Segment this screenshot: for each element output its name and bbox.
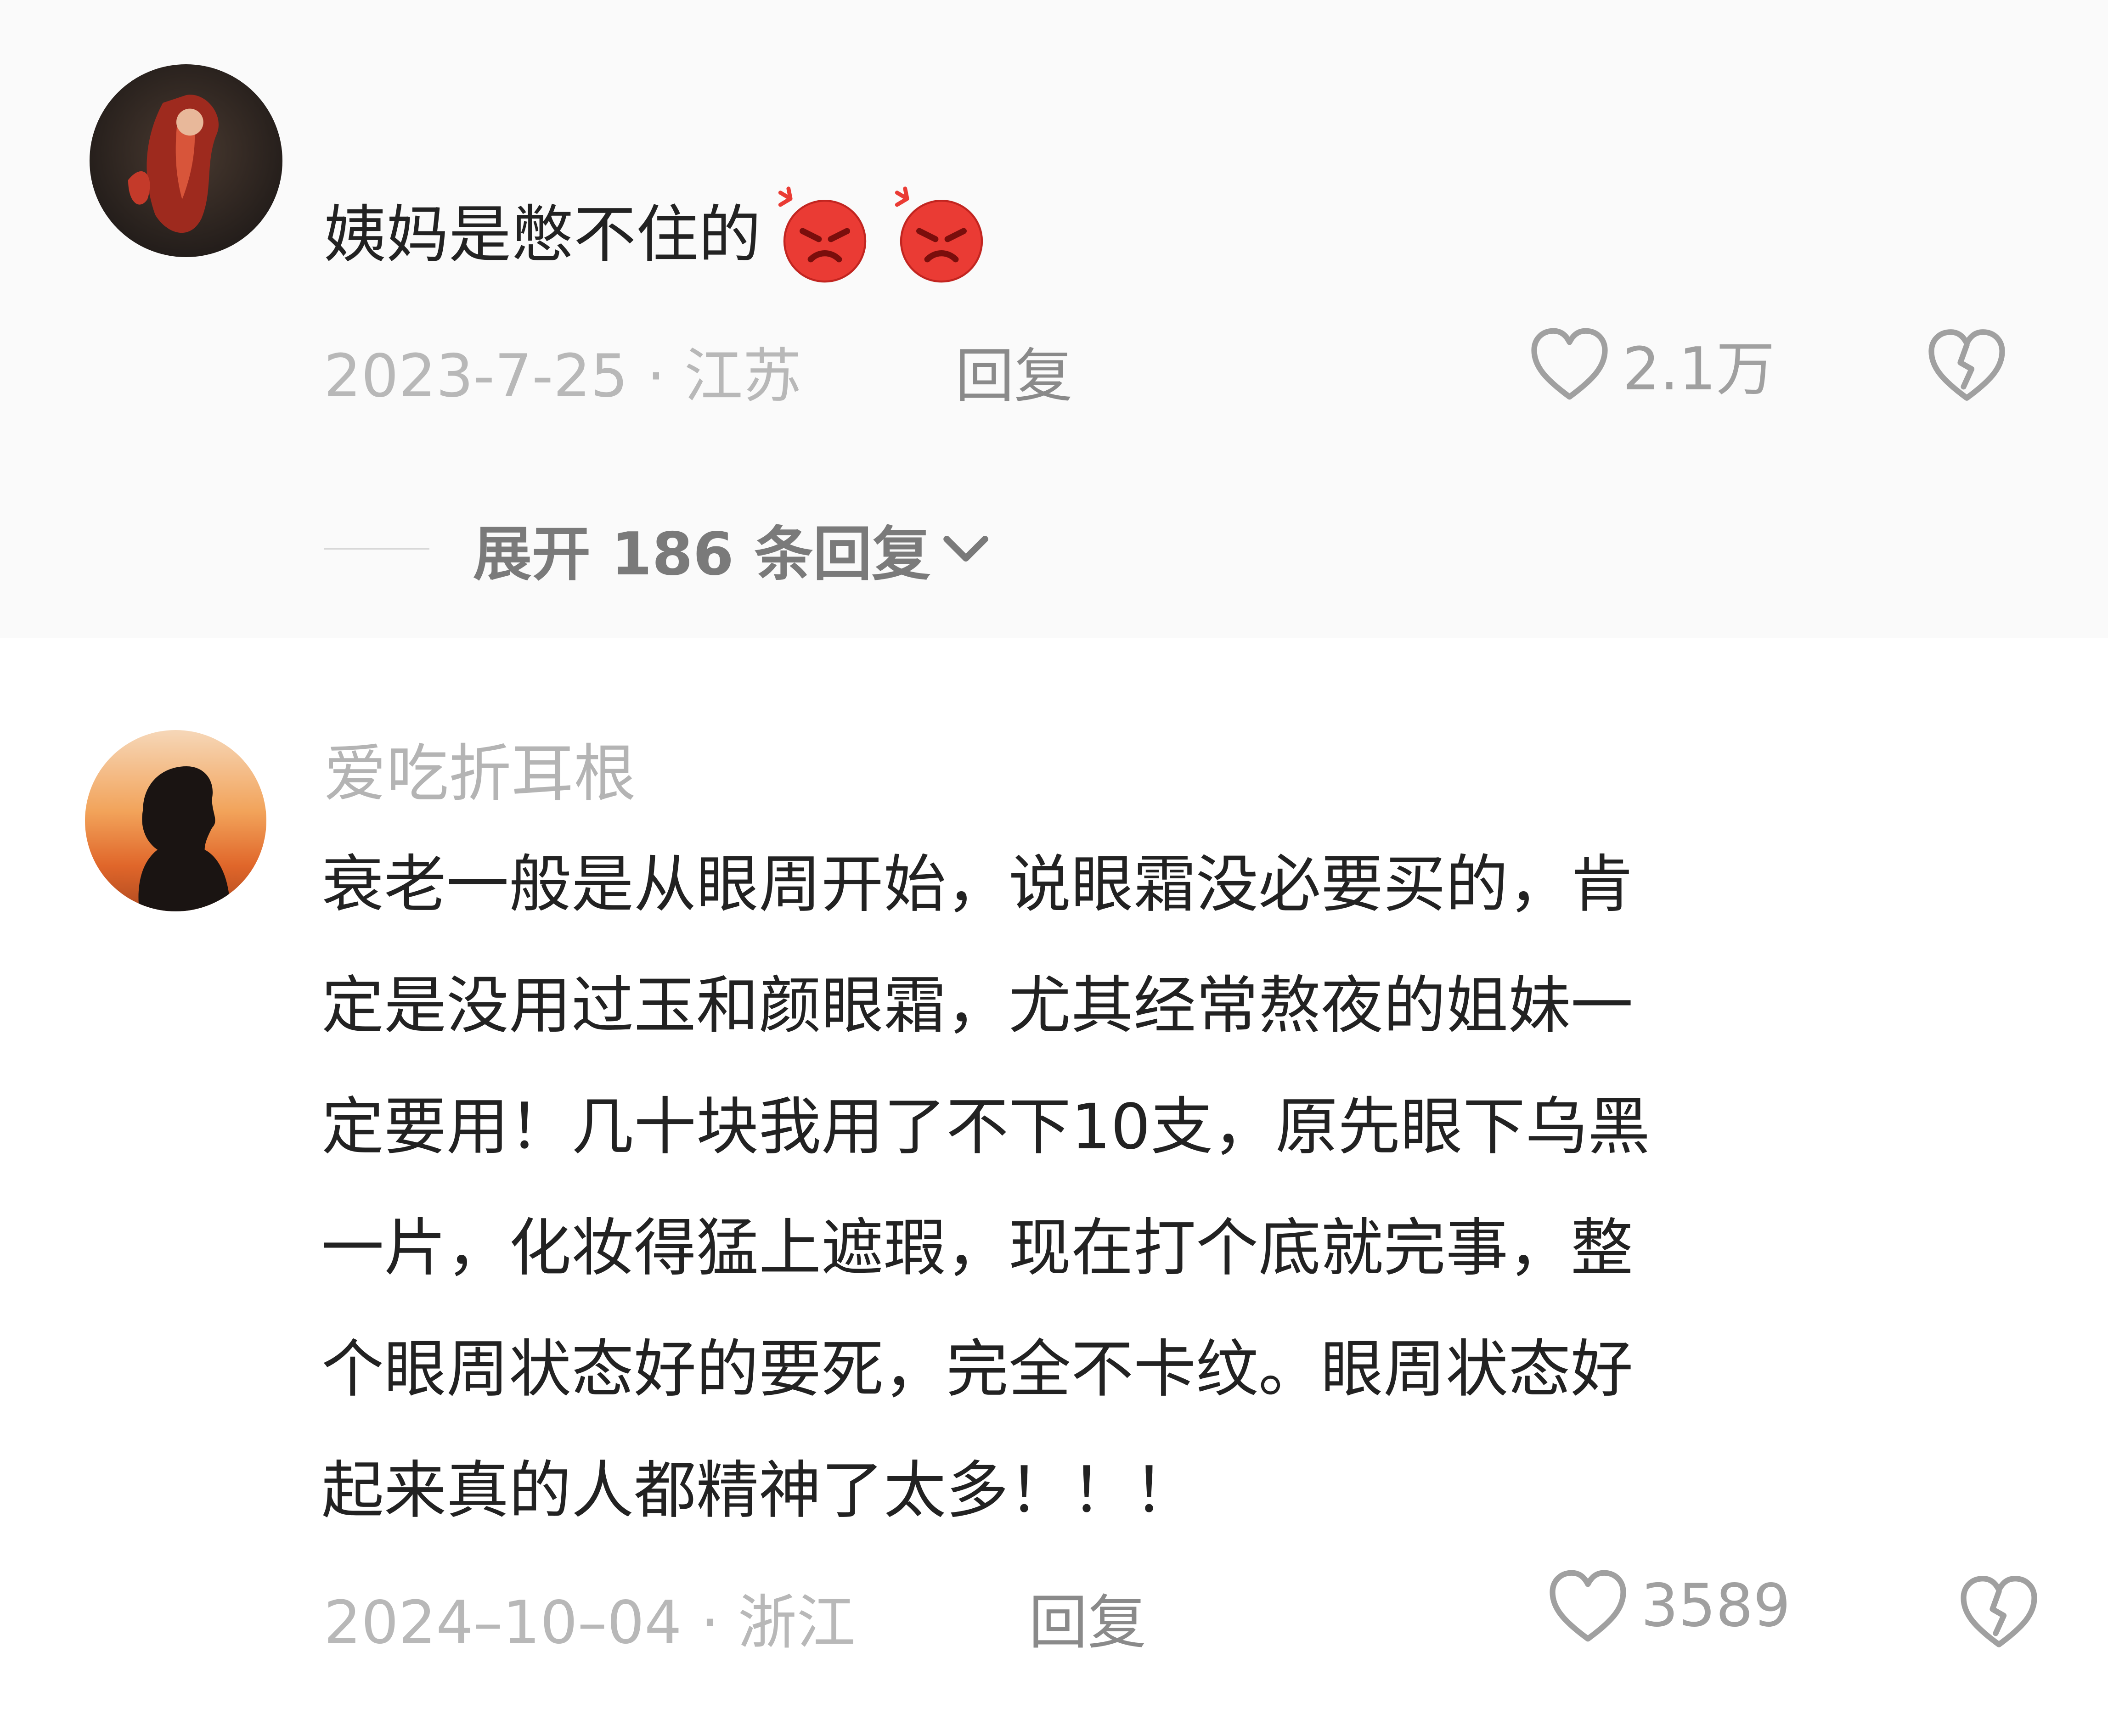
comment-text: 衰老一般是从眼周开始，说眼霜没必要买的，肯 定是没用过玉和颜眼霜，尤其经常熬夜的… [321,824,2030,1551]
comment-line: 起来真的人都精神了太多！！！ [321,1455,1196,1527]
comment-text: 姨妈是憋不住的 [324,174,994,296]
heart-icon [1531,328,1608,400]
reply-button[interactable]: 回复 [955,328,1073,413]
like-count: 3589 [1641,1572,1791,1640]
avatar[interactable] [90,64,282,257]
comment-line: 定是没用过玉和颜眼霜，尤其经常熬夜的姐妹一 [321,970,1633,1042]
username[interactable]: 爱吃折耳根 [324,723,636,814]
comment-line: 一片，化妆得猛上遮瑕，现在打个底就完事，整 [321,1212,1633,1285]
avatar[interactable] [85,730,266,911]
comment-date-location: 2023-7-25 · 江苏 [324,342,802,410]
heart-icon [1550,1570,1626,1642]
like-count: 2.1万 [1623,335,1775,404]
angry-face-icon [889,185,994,286]
expand-replies-button[interactable]: 展开 186 条回复 [324,510,996,589]
like-button[interactable]: 3589 [1548,1568,1791,1644]
divider [324,548,429,550]
chevron-down-icon [943,536,989,562]
comment-date-location: 2024–10–04 · 浙江 [324,1589,856,1657]
broken-heart-icon[interactable] [1959,1573,2039,1651]
comment-line: 个眼周状态好的要死，完全不卡纹。眼周状态好 [321,1333,1633,1406]
expand-replies-label: 展开 186 条回复 [473,520,931,589]
broken-heart-icon[interactable] [1927,326,2007,404]
comment-1-background [0,0,2108,638]
reply-button[interactable]: 回复 [1029,1575,1146,1660]
comment-body: 姨妈是憋不住的 [324,199,761,271]
angry-face-icon [772,185,878,286]
comment-line: 定要用！几十块我用了不下10支，原先眼下乌黑 [321,1091,1651,1163]
like-button[interactable]: 2.1万 [1529,321,1775,406]
comment-line: 衰老一般是从眼周开始，说眼霜没必要买的，肯 [321,848,1633,921]
